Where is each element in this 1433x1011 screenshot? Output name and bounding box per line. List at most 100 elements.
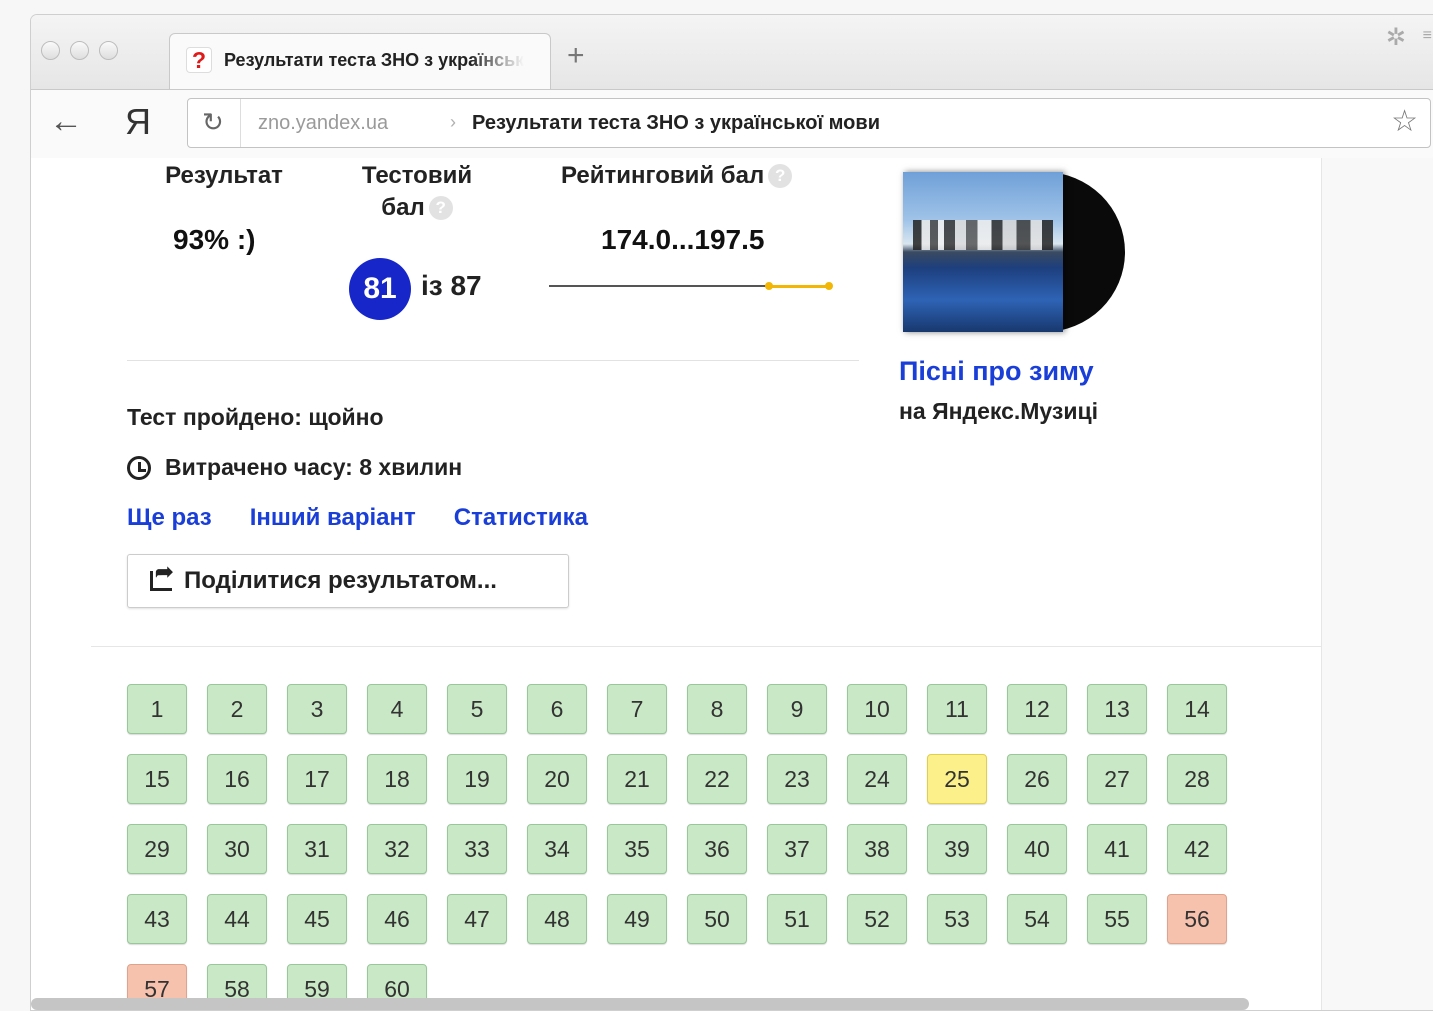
rating-help-icon[interactable]: ? [768,164,793,188]
album-cover-image[interactable] [903,172,1125,332]
action-links: Ще раз Інший варіант Статистика [127,504,588,532]
bookmark-star-icon[interactable]: ☆ [1391,106,1418,138]
address-bar-separator [240,99,241,147]
question-cell-16[interactable]: 16 [207,754,267,804]
horizontal-scrollbar[interactable] [31,998,1249,1010]
statistics-link[interactable]: Статистика [454,504,588,532]
music-promo-link[interactable]: Пісні про зиму [899,356,1094,387]
grid-divider [91,646,1321,647]
question-cell-3[interactable]: 3 [287,684,347,734]
result-value: 93% :) [173,224,256,255]
time-spent-row: Витрачено часу: 8 хвилин [127,454,462,481]
question-cell-39[interactable]: 39 [927,824,987,874]
question-cell-4[interactable]: 4 [367,684,427,734]
new-tab-button[interactable]: + [567,41,585,71]
question-cell-28[interactable]: 28 [1167,754,1227,804]
question-cell-34[interactable]: 34 [527,824,587,874]
question-cell-37[interactable]: 37 [767,824,827,874]
question-cell-15[interactable]: 15 [127,754,187,804]
help-icon[interactable]: ? [428,196,453,220]
rating-range-end-marker [825,282,833,290]
question-cell-36[interactable]: 36 [687,824,747,874]
clock-icon [127,455,151,480]
share-result-label: Поділитися результатом... [184,567,497,594]
question-cell-5[interactable]: 5 [447,684,507,734]
active-tab[interactable]: ? Результати теста ЗНО з української мов… [169,33,551,89]
favicon-icon: ? [186,47,212,73]
question-cell-55[interactable]: 55 [1087,894,1147,944]
question-cell-43[interactable]: 43 [127,894,187,944]
rating-label: Рейтинговий бал? [561,160,831,192]
reload-icon[interactable]: ↻ [202,109,224,135]
question-cell-50[interactable]: 50 [687,894,747,944]
zoom-window-button[interactable] [99,41,118,60]
menu-icon[interactable]: ≡ [1423,27,1432,45]
question-cell-14[interactable]: 14 [1167,684,1227,734]
rating-scale-track [549,285,769,287]
test-score-badge: 81 [349,258,411,320]
test-score-label-line1: Тестовий [361,162,473,189]
question-cell-12[interactable]: 12 [1007,684,1067,734]
address-bar[interactable]: ↻ zno.yandex.ua › Результати теста ЗНО з… [187,98,1431,148]
music-promo-subtitle: на Яндекс.Музиці [899,398,1099,424]
question-cell-53[interactable]: 53 [927,894,987,944]
question-cell-48[interactable]: 48 [527,894,587,944]
question-cell-10[interactable]: 10 [847,684,907,734]
question-cell-20[interactable]: 20 [527,754,587,804]
question-cell-26[interactable]: 26 [1007,754,1067,804]
question-cell-46[interactable]: 46 [367,894,427,944]
breadcrumb-arrow-icon: › [450,112,456,132]
question-cell-1[interactable]: 1 [127,684,187,734]
retry-link[interactable]: Ще раз [127,504,212,532]
question-cell-6[interactable]: 6 [527,684,587,734]
other-variant-link[interactable]: Інший варіант [250,504,416,532]
window-controls [41,41,118,60]
time-spent-text: Витрачено часу: 8 хвилин [165,454,463,480]
question-cell-52[interactable]: 52 [847,894,907,944]
question-cell-27[interactable]: 27 [1087,754,1147,804]
question-cell-8[interactable]: 8 [687,684,747,734]
question-cell-47[interactable]: 47 [447,894,507,944]
minimize-window-button[interactable] [70,41,89,60]
test-score-label-line2: бал? [337,192,497,224]
question-cell-31[interactable]: 31 [287,824,347,874]
question-cell-30[interactable]: 30 [207,824,267,874]
rating-scale-range [769,285,831,288]
question-cell-44[interactable]: 44 [207,894,267,944]
question-cell-7[interactable]: 7 [607,684,667,734]
question-cell-22[interactable]: 22 [687,754,747,804]
back-button[interactable]: ← [49,104,83,138]
question-cell-29[interactable]: 29 [127,824,187,874]
question-cell-42[interactable]: 42 [1167,824,1227,874]
question-cell-54[interactable]: 54 [1007,894,1067,944]
question-cell-33[interactable]: 33 [447,824,507,874]
question-cell-56[interactable]: 56 [1167,894,1227,944]
share-result-button[interactable]: Поділитися результатом... [127,554,569,608]
browser-toolbar: ← Я ↻ zno.yandex.ua › Результати теста З… [31,89,1433,159]
close-window-button[interactable] [41,41,60,60]
question-cell-23[interactable]: 23 [767,754,827,804]
question-cell-38[interactable]: 38 [847,824,907,874]
test-score-label: Тестовий бал? [337,160,497,224]
question-cell-49[interactable]: 49 [607,894,667,944]
question-cell-9[interactable]: 9 [767,684,827,734]
question-cell-25[interactable]: 25 [927,754,987,804]
question-cell-21[interactable]: 21 [607,754,667,804]
question-cell-13[interactable]: 13 [1087,684,1147,734]
question-cell-45[interactable]: 45 [287,894,347,944]
question-cell-40[interactable]: 40 [1007,824,1067,874]
question-cell-41[interactable]: 41 [1087,824,1147,874]
question-cell-24[interactable]: 24 [847,754,907,804]
url-page-title: Результати теста ЗНО з української мови [472,112,880,134]
question-cell-32[interactable]: 32 [367,824,427,874]
rating-label-text: Рейтинговий бал [561,162,765,189]
question-cell-2[interactable]: 2 [207,684,267,734]
question-cell-11[interactable]: 11 [927,684,987,734]
question-cell-17[interactable]: 17 [287,754,347,804]
question-cell-51[interactable]: 51 [767,894,827,944]
question-cell-19[interactable]: 19 [447,754,507,804]
gear-icon[interactable]: ✲ [1386,23,1406,52]
yandex-logo[interactable]: Я [125,104,151,140]
question-cell-18[interactable]: 18 [367,754,427,804]
question-cell-35[interactable]: 35 [607,824,667,874]
